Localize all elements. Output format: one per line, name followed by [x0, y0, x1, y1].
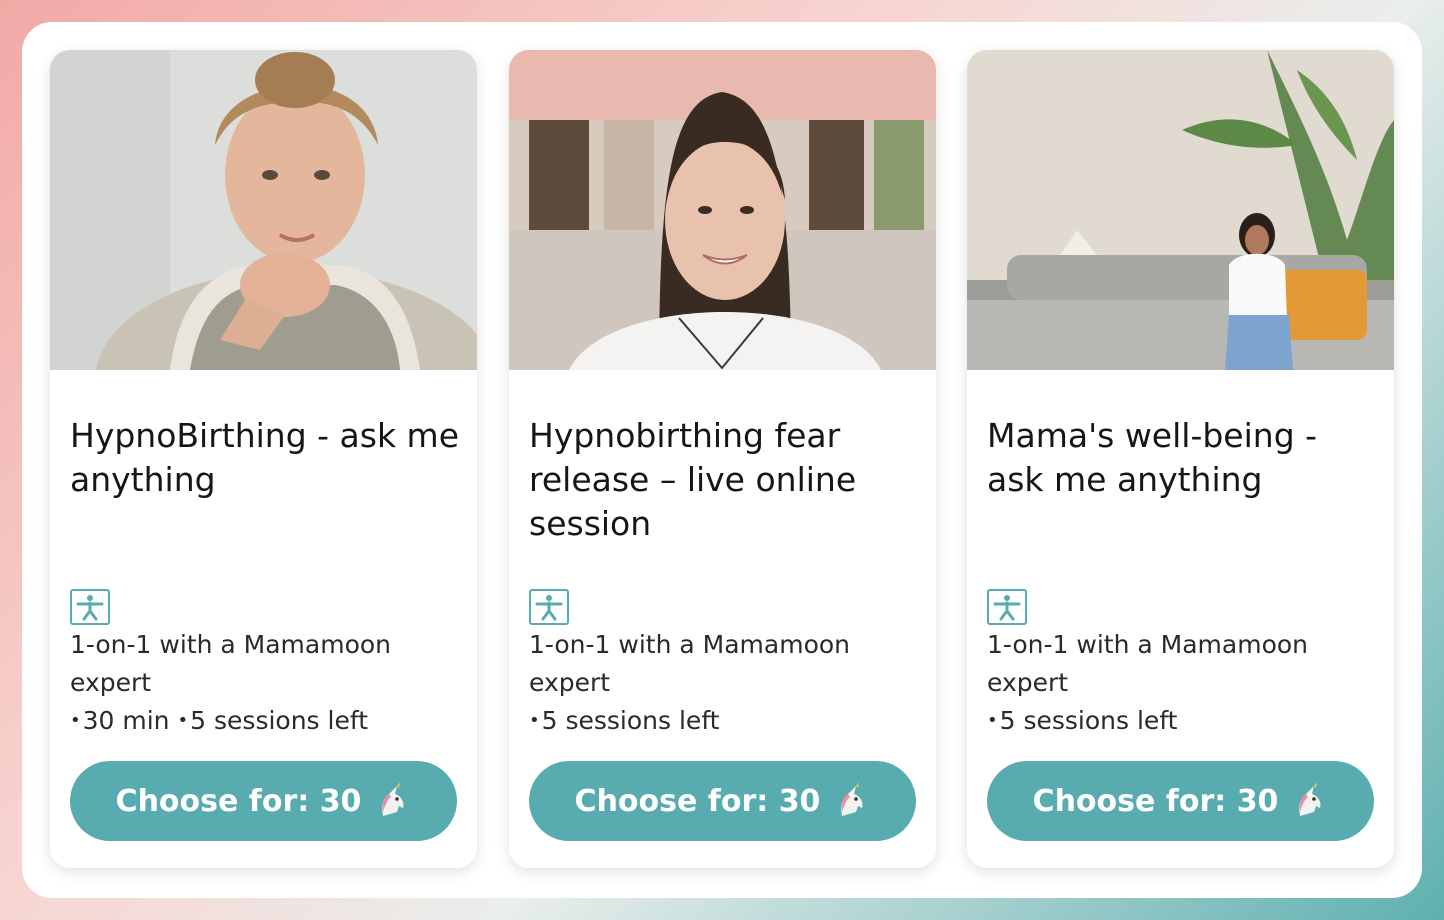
choose-button-label: Choose for: 30	[1032, 783, 1279, 819]
session-meta: •5 sessions left	[987, 702, 1377, 740]
session-meta: •30 min •5 sessions left	[70, 702, 460, 740]
bullet: •	[529, 710, 540, 731]
expert-photo	[967, 50, 1394, 370]
session-duration: 30 min	[82, 706, 170, 735]
session-card[interactable]: HypnoBirthing - ask me anything 1-on-1 w…	[50, 50, 477, 868]
yoga-person-icon	[529, 589, 569, 625]
choose-session-button[interactable]: Choose for: 30	[987, 761, 1374, 841]
session-description: 1-on-1 with a Mamamoon expert	[529, 630, 851, 697]
session-description: 1-on-1 with a Mamamoon expert	[70, 630, 392, 697]
session-card[interactable]: Mama's well-being - ask me anything 1-on…	[967, 50, 1394, 868]
choose-session-button[interactable]: Choose for: 30	[529, 761, 916, 841]
session-title: Mama's well-being - ask me anything	[987, 416, 1318, 499]
choose-session-button[interactable]: Choose for: 30	[70, 761, 457, 841]
session-meta: •5 sessions left	[529, 702, 919, 740]
session-card[interactable]: Hypnobirthing fear release – live online…	[509, 50, 936, 868]
bullet: •	[177, 710, 189, 731]
unicorn-icon	[832, 782, 870, 820]
session-title: HypnoBirthing - ask me anything	[70, 416, 460, 499]
expert-photo	[50, 50, 477, 370]
unicorn-icon	[1290, 782, 1328, 820]
yoga-person-icon	[70, 589, 110, 625]
yoga-person-icon	[987, 589, 1027, 625]
session-description: 1-on-1 with a Mamamoon expert	[987, 630, 1309, 697]
sessions-left: 5 sessions left	[541, 706, 720, 735]
unicorn-icon	[373, 782, 411, 820]
bullet: •	[70, 710, 81, 731]
sessions-left: 5 sessions left	[190, 706, 369, 735]
choose-button-label: Choose for: 30	[115, 783, 362, 819]
bullet: •	[987, 710, 998, 731]
session-title: Hypnobirthing fear release – live online…	[529, 416, 857, 543]
choose-button-label: Choose for: 30	[574, 783, 821, 819]
sessions-left: 5 sessions left	[999, 706, 1178, 735]
expert-photo	[509, 50, 936, 370]
